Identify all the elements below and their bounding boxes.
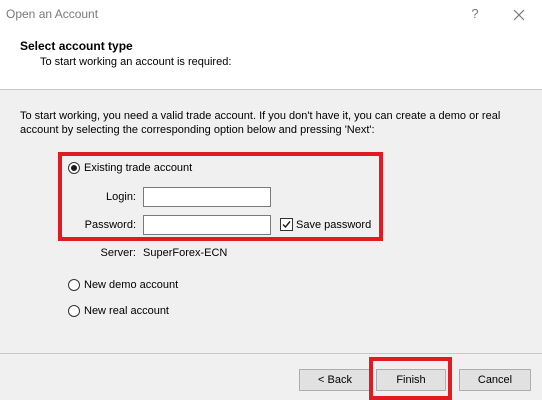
demo-account-radio-indicator[interactable] <box>68 279 80 291</box>
close-button[interactable] <box>508 4 530 26</box>
step-title: Select account type <box>20 39 133 53</box>
save-password-checkbox-box[interactable] <box>280 218 293 231</box>
save-password-checkbox[interactable]: Save password <box>280 218 371 231</box>
real-account-radio-indicator[interactable] <box>68 305 80 317</box>
dialog-window: Open an Account ? Select account type To… <box>0 0 542 400</box>
finish-button[interactable]: Finish <box>376 369 446 391</box>
real-account-label: New real account <box>84 305 169 317</box>
help-button[interactable]: ? <box>465 4 485 24</box>
title-bar: Open an Account ? <box>0 0 542 30</box>
existing-account-radio-indicator[interactable] <box>68 162 80 174</box>
save-password-label: Save password <box>296 218 372 231</box>
demo-account-radio[interactable]: New demo account <box>68 279 178 291</box>
back-button[interactable]: < Back <box>299 369 371 391</box>
login-label: Login: <box>106 191 136 203</box>
step-subtitle: To start working an account is required: <box>40 56 232 68</box>
window-title: Open an Account <box>6 7 99 21</box>
wizard-body: To start working, you need a valid trade… <box>0 90 542 353</box>
server-label: Server: <box>100 247 136 259</box>
password-label: Password: <box>84 219 136 231</box>
password-input[interactable] <box>143 215 271 235</box>
wizard-header: Select account type To start working an … <box>0 30 542 92</box>
wizard-footer: < Back Finish Cancel <box>0 354 542 400</box>
instructions-text: To start working, you need a valid trade… <box>20 110 501 136</box>
close-icon <box>513 9 525 21</box>
checkmark-icon <box>282 221 291 229</box>
login-input[interactable] <box>143 187 271 207</box>
existing-account-label: Existing trade account <box>84 162 193 174</box>
demo-account-label: New demo account <box>84 279 179 291</box>
cancel-button[interactable]: Cancel <box>459 369 531 391</box>
server-value: SuperForex-ECN <box>143 247 228 259</box>
existing-account-radio[interactable]: Existing trade account <box>68 162 192 174</box>
real-account-radio[interactable]: New real account <box>68 305 169 317</box>
